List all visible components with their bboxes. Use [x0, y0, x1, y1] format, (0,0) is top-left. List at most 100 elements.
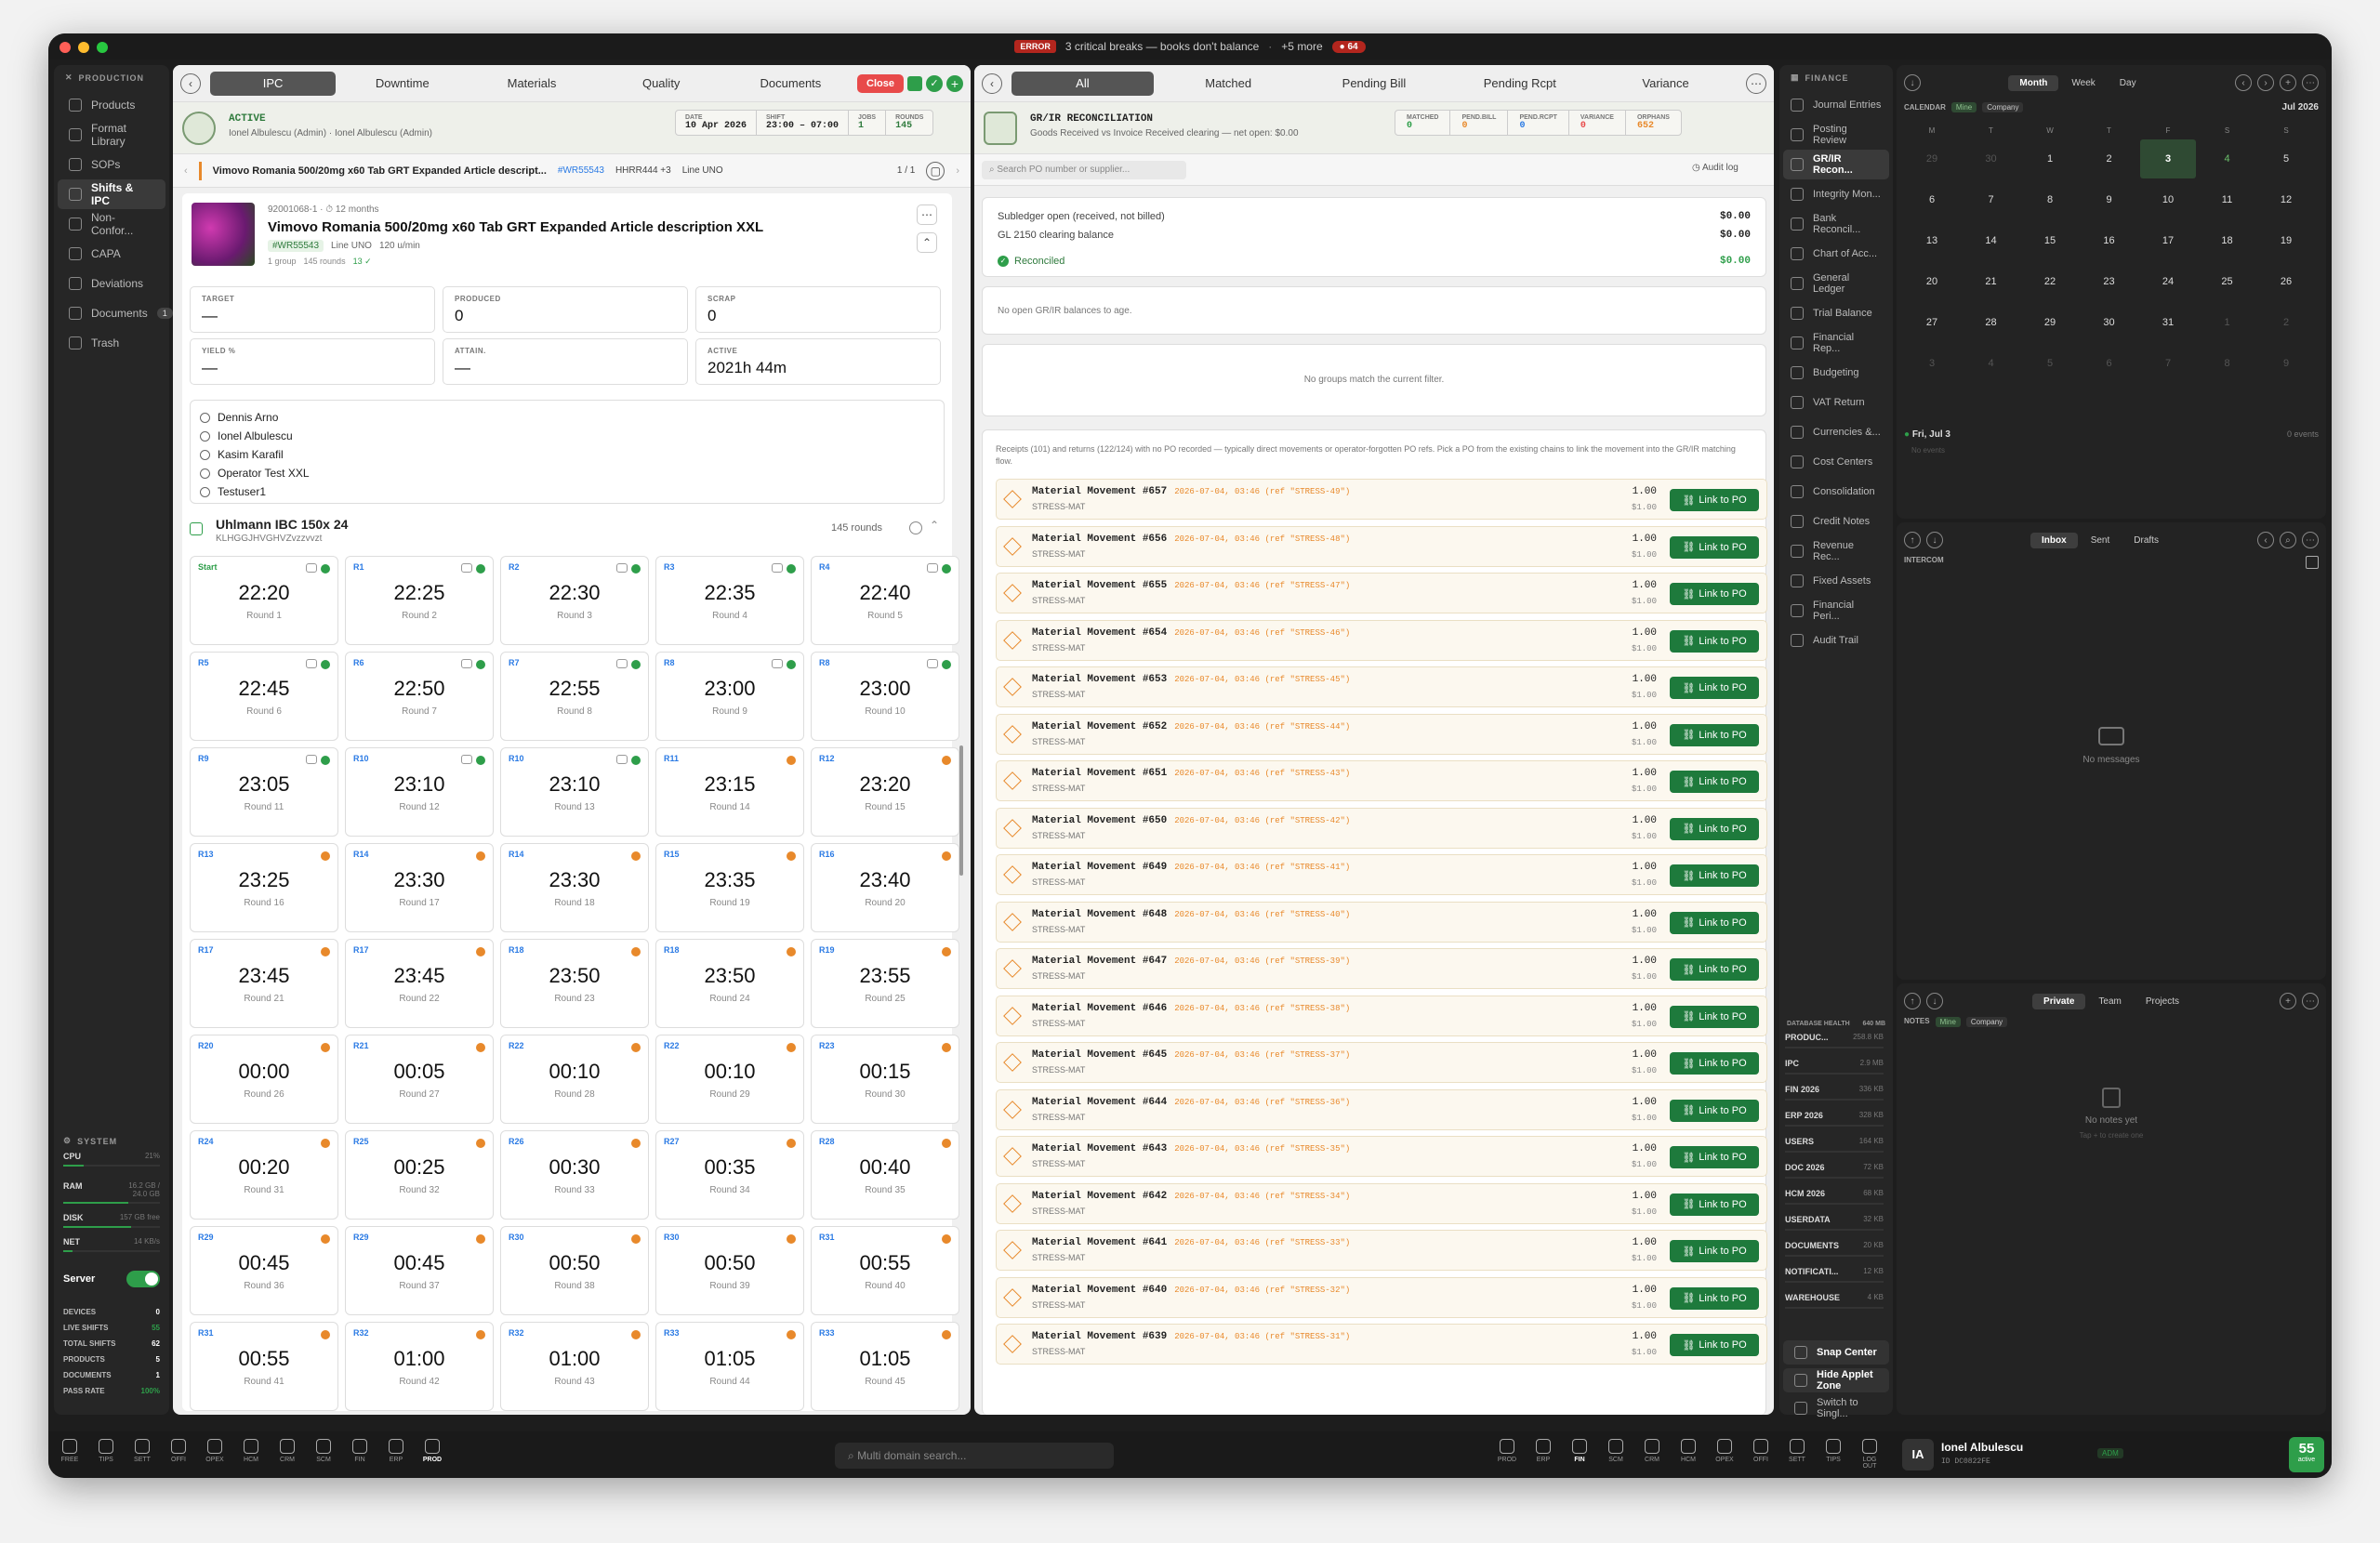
dock-hcm-button[interactable]: HCM [237, 1439, 265, 1463]
round-card[interactable]: R7 22:55 Round 8 [500, 652, 649, 741]
intercom-back-icon[interactable]: ‹ [2256, 532, 2274, 548]
round-card[interactable]: R17 23:45 Round 22 [345, 939, 494, 1028]
calendar-day[interactable]: 2 [2258, 303, 2314, 342]
finance-item-gr-ir-recon[interactable]: GR/IR Recon... [1783, 150, 1889, 179]
dock-log-out-button[interactable]: LOG OUT [1856, 1439, 1884, 1470]
round-card[interactable]: R14 23:30 Round 18 [500, 843, 649, 932]
calendar-day[interactable]: 9 [2082, 180, 2137, 219]
notes-tab-projects[interactable]: Projects [2135, 994, 2190, 1009]
finance-item-financial-rep[interactable]: Financial Rep... [1783, 328, 1889, 358]
round-card[interactable]: R3 22:35 Round 4 [655, 556, 804, 645]
round-card[interactable]: R25 00:25 Round 32 [345, 1130, 494, 1220]
intercom-tab-inbox[interactable]: Inbox [2030, 532, 2078, 548]
notes-filter-company[interactable]: Company [1965, 1017, 2008, 1027]
more-errors-link[interactable]: +5 more [1281, 40, 1322, 53]
calendar-day[interactable]: 4 [1964, 344, 2019, 383]
calendar-day[interactable]: 2 [2082, 139, 2137, 178]
calendar-day[interactable]: 4 [2200, 139, 2255, 178]
finance-item-credit-notes[interactable]: Credit Notes [1783, 507, 1889, 536]
verified-icon[interactable]: ✓ [926, 74, 943, 92]
operator-row[interactable]: Testuser1 [200, 482, 934, 501]
dock-erp-button[interactable]: ERP [382, 1439, 410, 1463]
calendar-day[interactable]: 1 [2022, 139, 2078, 178]
dock-tips-button[interactable]: TIPS [1819, 1439, 1847, 1463]
link-to-po-button[interactable]: ⛓ Link to PO [1670, 1052, 1759, 1075]
sidebar-item-shifts-ipc[interactable]: Shifts & IPC [58, 179, 165, 209]
operator-row[interactable]: Kasim Karafil [200, 445, 934, 464]
finance-item-general-ledger[interactable]: General Ledger [1783, 269, 1889, 298]
calendar-day[interactable]: 26 [2258, 262, 2314, 301]
round-card[interactable]: R16 23:40 Round 20 [811, 843, 959, 932]
round-card[interactable]: R19 23:55 Round 25 [811, 939, 959, 1028]
round-card[interactable]: R28 00:40 Round 35 [811, 1130, 959, 1220]
finance-item-posting-review[interactable]: Posting Review [1783, 120, 1889, 150]
round-card[interactable]: R12 23:20 Round 15 [811, 747, 959, 837]
machine-settings-icon[interactable] [909, 521, 922, 534]
dock-scm-button[interactable]: SCM [310, 1439, 337, 1463]
round-card[interactable]: R23 00:15 Round 30 [811, 1035, 959, 1124]
dock-opex-button[interactable]: OPEX [201, 1439, 229, 1463]
add-icon[interactable]: + [946, 74, 963, 92]
ipc-scrollbar[interactable] [959, 745, 963, 876]
notes-tab-team[interactable]: Team [2087, 994, 2132, 1009]
grir-stat-matched[interactable]: MATCHED 0 [1395, 111, 1451, 135]
calendar-day[interactable]: 30 [2082, 303, 2137, 342]
link-to-po-button[interactable]: ⛓ Link to PO [1670, 535, 1759, 559]
tab-matched[interactable]: Matched [1157, 72, 1300, 96]
finance-item-budgeting[interactable]: Budgeting [1783, 358, 1889, 388]
round-card[interactable]: R6 22:50 Round 7 [345, 652, 494, 741]
link-to-po-button[interactable]: ⛓ Link to PO [1670, 1286, 1759, 1310]
global-search-input[interactable]: ⌕ Multi domain search... [835, 1443, 1114, 1469]
lock-icon[interactable]: ▢ [926, 161, 945, 180]
round-card[interactable]: R18 23:50 Round 23 [500, 939, 649, 1028]
calendar-day[interactable]: 25 [2200, 262, 2255, 301]
dock-crm-button[interactable]: CRM [1638, 1439, 1666, 1463]
calendar-day[interactable]: 16 [2082, 221, 2137, 260]
calendar-view-month[interactable]: Month [2008, 74, 2059, 91]
finance-item-financial-peri[interactable]: Financial Peri... [1783, 596, 1889, 626]
dock-tips-button[interactable]: TIPS [92, 1439, 120, 1463]
calendar-day[interactable]: 18 [2200, 221, 2255, 260]
notes-filter-mine[interactable]: Mine [1935, 1017, 1961, 1027]
finance-item-revenue-rec[interactable]: Revenue Rec... [1783, 536, 1889, 566]
calendar-day[interactable]: 8 [2022, 180, 2078, 219]
audit-log-link[interactable]: ◷ Audit log [1692, 163, 1739, 173]
round-card[interactable]: R31 00:55 Round 40 [811, 1226, 959, 1315]
dock-erp-button[interactable]: ERP [1529, 1439, 1557, 1463]
calendar-day[interactable]: 1 [2200, 303, 2255, 342]
calendar-day[interactable]: 10 [2140, 180, 2196, 219]
round-card[interactable]: R26 00:30 Round 33 [500, 1130, 649, 1220]
tab-pending-rcpt[interactable]: Pending Rcpt [1448, 72, 1591, 96]
export-icon[interactable] [907, 75, 922, 91]
snap-center-button[interactable]: Snap Center [1783, 1340, 1889, 1365]
calendar-day[interactable]: 30 [1964, 139, 2019, 178]
link-to-po-button[interactable]: ⛓ Link to PO [1670, 1240, 1759, 1262]
switch-single-button[interactable]: Switch to Singl... [1783, 1396, 1889, 1420]
notes-tab-private[interactable]: Private [2032, 993, 2086, 1009]
calendar-day[interactable]: 20 [1904, 262, 1960, 301]
round-card[interactable]: R29 00:45 Round 36 [190, 1226, 338, 1315]
link-to-po-button[interactable]: ⛓ Link to PO [1670, 583, 1759, 605]
error-message[interactable]: 3 critical breaks — books don't balance [1065, 40, 1259, 53]
dock-hcm-button[interactable]: HCM [1674, 1439, 1702, 1463]
calendar-day[interactable]: 24 [2140, 262, 2196, 301]
calendar-day[interactable]: 19 [2258, 221, 2314, 260]
calendar-download-icon[interactable]: ↓ [1904, 74, 1921, 91]
calendar-day[interactable]: 29 [1904, 139, 1960, 178]
calendar-view-week[interactable]: Week [2060, 75, 2106, 91]
calendar-day[interactable]: 9 [2258, 344, 2314, 383]
grir-stat-orphans[interactable]: ORPHANS 652 [1626, 111, 1681, 135]
sidebar-item-non-confor[interactable]: Non-Confor... [58, 209, 165, 239]
collapse-icon[interactable]: ⌃ [917, 232, 937, 253]
round-card[interactable]: R18 23:50 Round 24 [655, 939, 804, 1028]
dock-scm-button[interactable]: SCM [1602, 1439, 1630, 1463]
error-tag[interactable]: ERROR [1014, 40, 1056, 53]
sidebar-item-capa[interactable]: CAPA [58, 239, 165, 269]
round-card[interactable]: R8 23:00 Round 10 [811, 652, 959, 741]
calendar-day[interactable]: 6 [1904, 180, 1960, 219]
close-window-icon[interactable] [60, 42, 71, 53]
compose-icon[interactable] [2306, 556, 2319, 569]
calendar-day[interactable]: 8 [2200, 344, 2255, 383]
critical-count-badge[interactable]: ● 64 [1331, 40, 1366, 53]
calendar-day[interactable]: 5 [2022, 344, 2078, 383]
